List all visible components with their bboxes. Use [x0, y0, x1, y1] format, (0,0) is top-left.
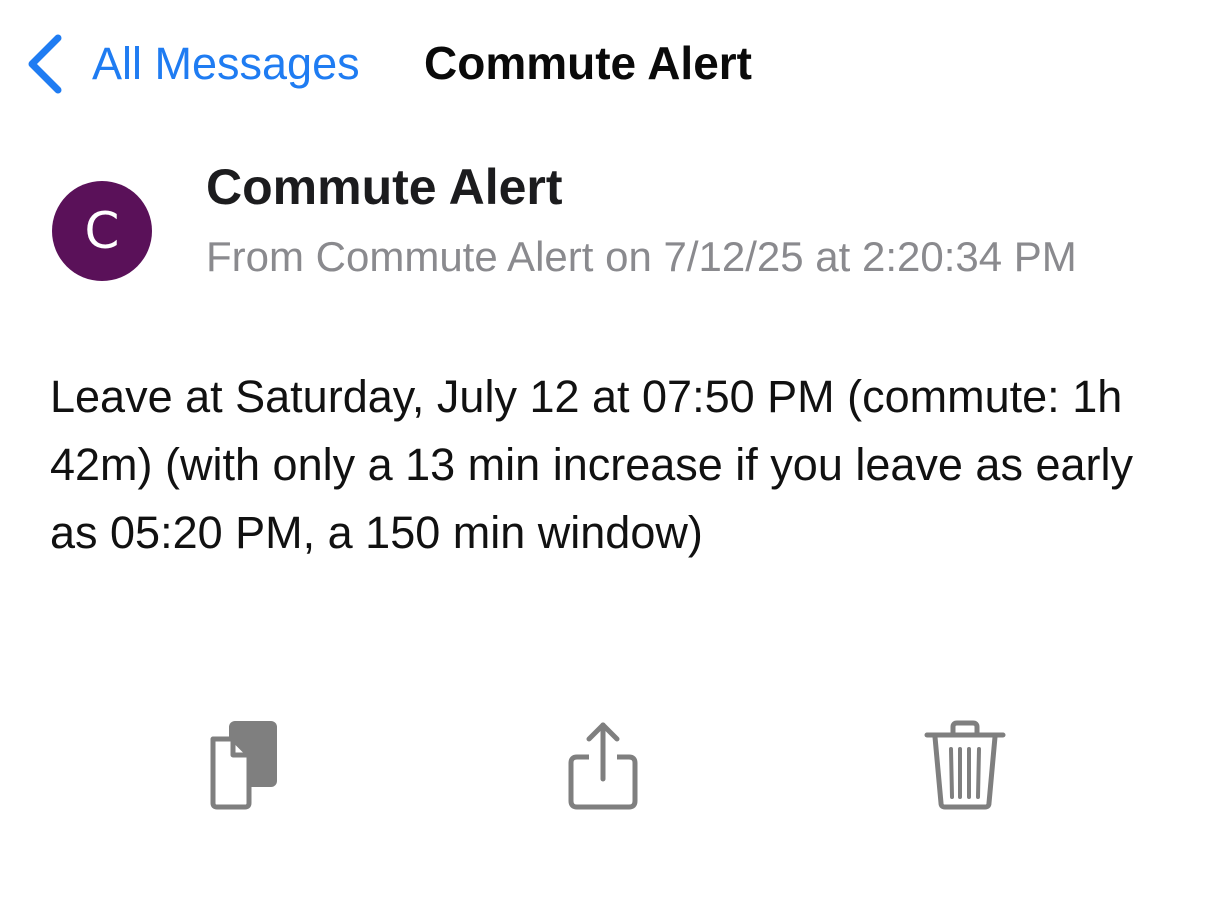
- avatar-initial: C: [84, 202, 120, 260]
- sender-name: Commute Alert: [206, 159, 563, 215]
- message-meta: From Commute Alert on 7/12/25 at 2:20:34…: [206, 233, 1077, 280]
- message-body: Leave at Saturday, July 12 at 07:50 PM (…: [50, 371, 1133, 558]
- share-button[interactable]: [548, 712, 658, 822]
- delete-button[interactable]: [910, 712, 1020, 822]
- copy-icon: [203, 717, 283, 818]
- avatar: C: [52, 181, 152, 281]
- navigation-bar: All Messages Commute Alert: [0, 0, 1206, 128]
- trash-icon: [923, 717, 1007, 818]
- back-button-label: All Messages: [92, 38, 360, 89]
- share-icon: [563, 717, 643, 818]
- chevron-left-icon: [22, 30, 68, 98]
- page-title: Commute Alert: [424, 37, 752, 89]
- back-button[interactable]: All Messages: [22, 30, 360, 98]
- copy-button[interactable]: [188, 712, 298, 822]
